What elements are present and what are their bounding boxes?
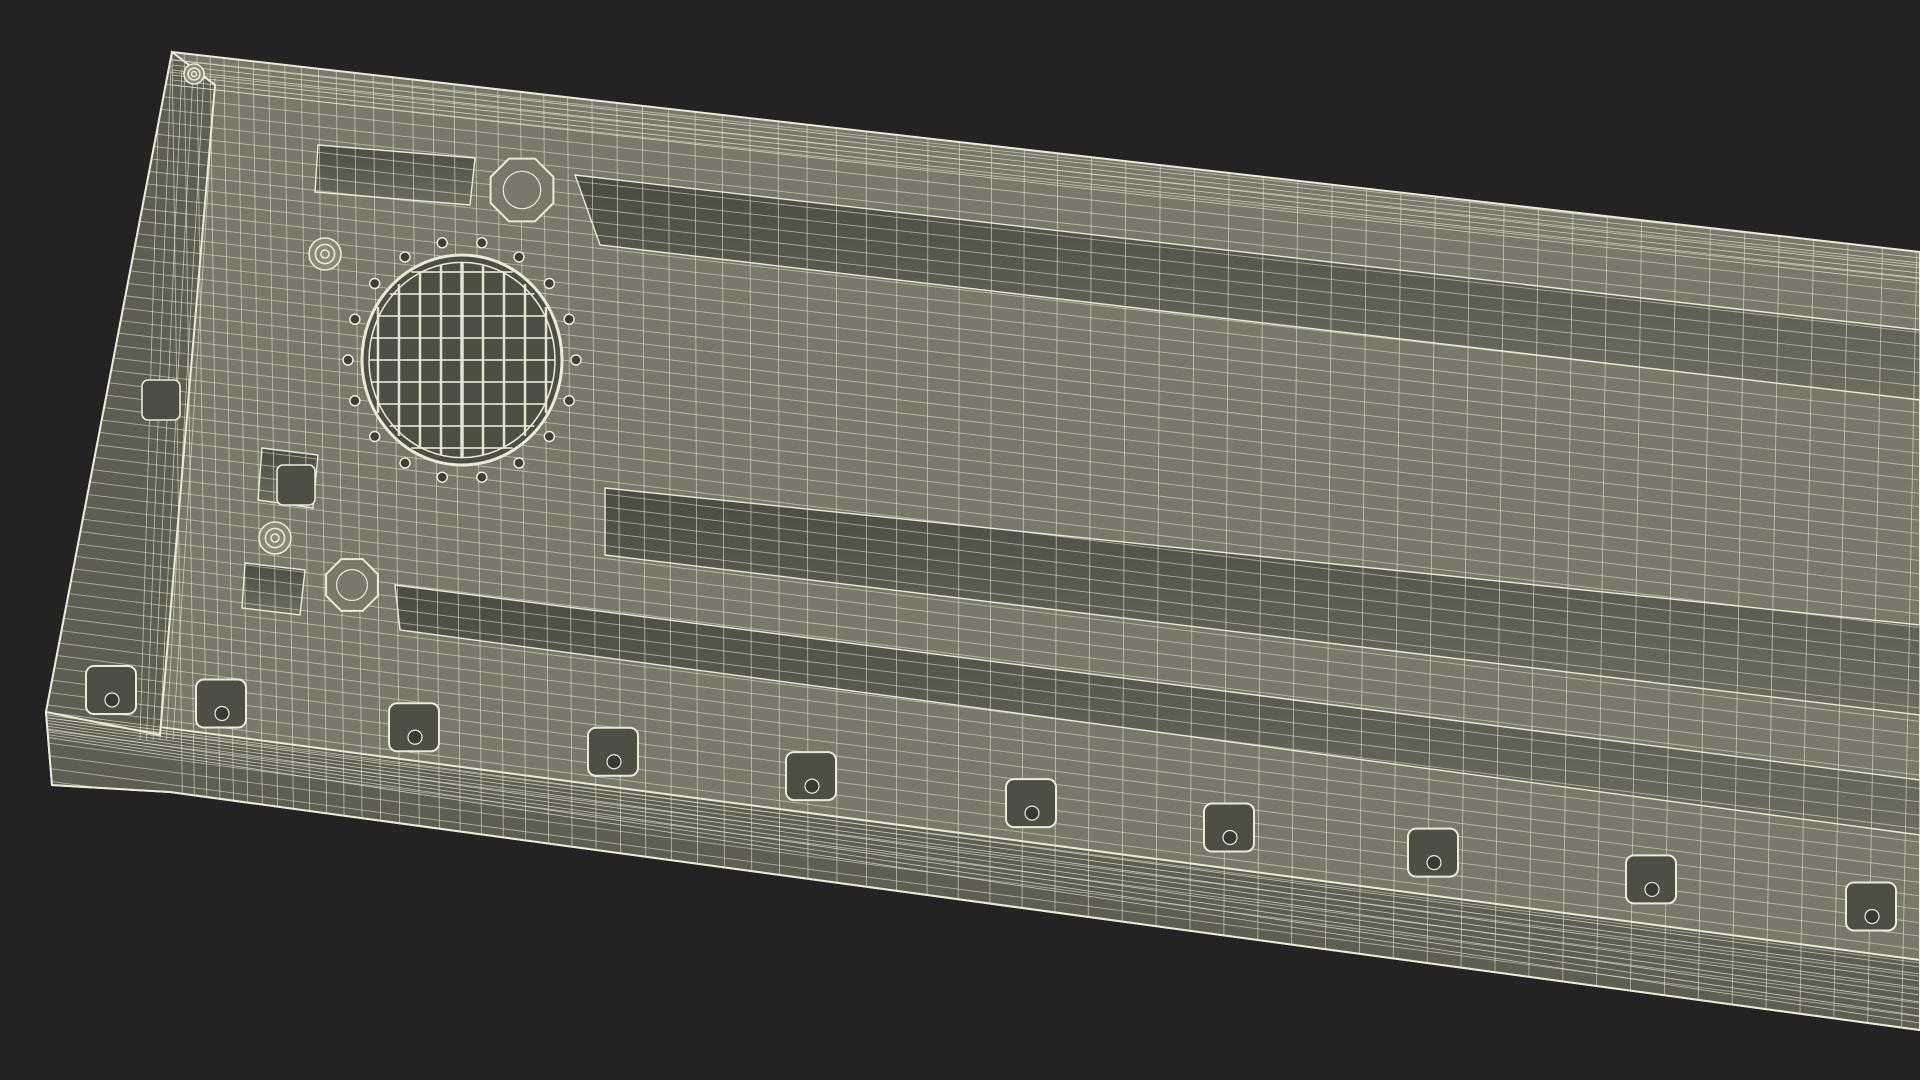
vent-rivet	[349, 313, 361, 326]
screw-boss	[258, 521, 292, 555]
vent-rivet	[513, 251, 525, 263]
screw-head	[804, 778, 820, 794]
screw-boss	[308, 237, 342, 271]
screw-head	[1644, 881, 1660, 898]
vent-rivet	[513, 457, 525, 469]
screw-head	[1426, 855, 1442, 871]
screw-head	[1222, 829, 1238, 846]
screw-head	[407, 729, 423, 745]
wireframe-model-render	[44, 50, 1920, 1032]
vent-rivet	[476, 471, 488, 483]
vent-rivet	[570, 354, 582, 366]
screw-head	[104, 692, 120, 708]
vent-rivet	[342, 354, 354, 366]
vent-rivet	[399, 457, 411, 469]
vent-rivet	[436, 237, 448, 249]
vent-rivet	[436, 471, 448, 483]
render-viewport	[0, 0, 1920, 1080]
vent-rivet	[563, 313, 575, 326]
vent-rivet	[368, 277, 381, 290]
screw-boss	[183, 63, 205, 85]
vent-rivet	[349, 394, 361, 407]
screw-head	[1864, 908, 1880, 925]
vent-rivet	[476, 237, 488, 249]
vent-rivet	[543, 430, 556, 443]
screw-head	[214, 705, 230, 722]
bolt-head	[325, 558, 379, 612]
bolt-head	[489, 157, 555, 223]
side-socket	[276, 464, 316, 506]
screw-head	[606, 754, 622, 770]
side-socket	[141, 379, 181, 421]
vent-rivet	[399, 251, 411, 263]
vent-rivet	[543, 277, 556, 290]
screw-head	[1024, 805, 1040, 821]
vent-rivet	[563, 394, 575, 407]
vent-rivet	[368, 430, 381, 443]
